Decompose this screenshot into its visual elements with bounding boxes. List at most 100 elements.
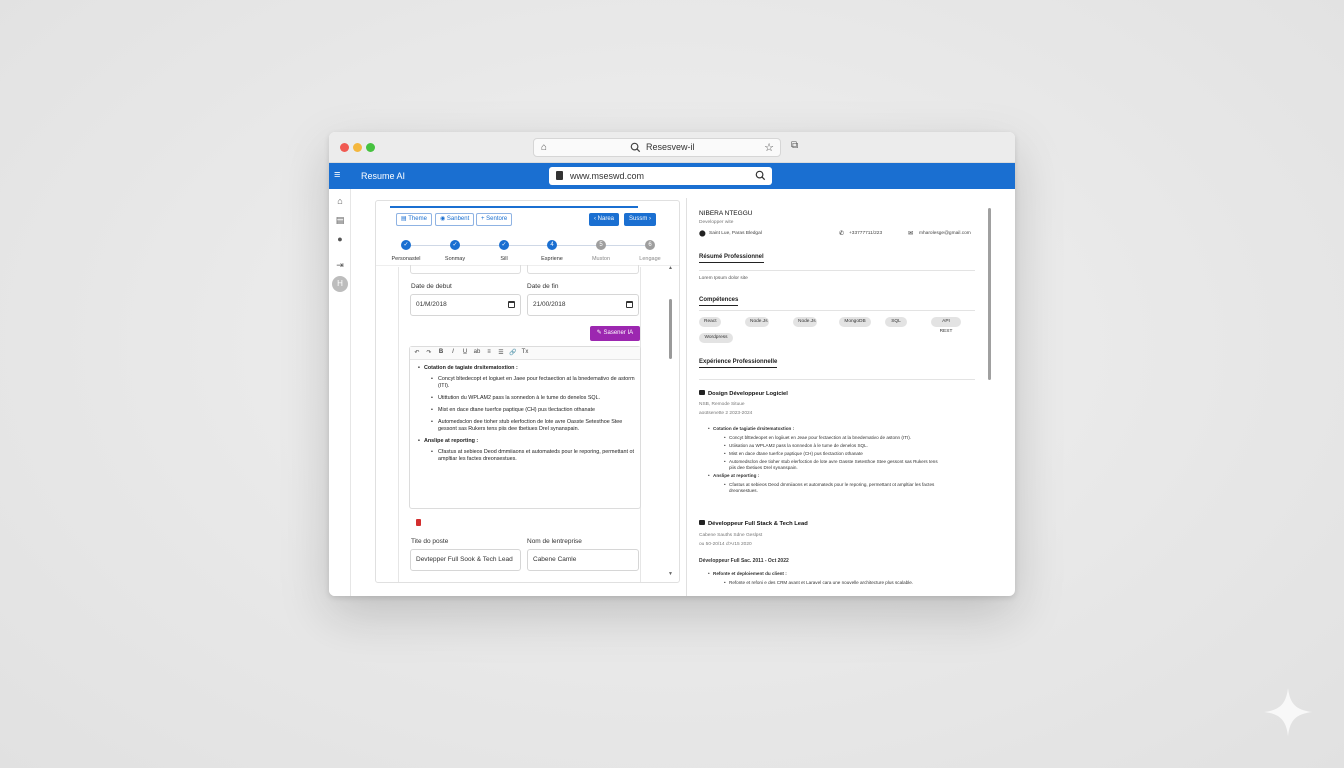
- form-border-left: [398, 267, 399, 582]
- job-dates: ou 50-20/14 d'Ar15 2020: [699, 542, 752, 547]
- browser-chrome: ⌂ Resesvew-il ☆ ⧉: [329, 132, 1015, 163]
- user-icon[interactable]: ●: [334, 234, 346, 244]
- magic-wand-icon: ✎: [596, 330, 602, 336]
- calendar-icon[interactable]: [508, 301, 515, 308]
- ai-suggest-label: Sasener IA: [603, 330, 634, 336]
- minimize-window-button[interactable]: [353, 143, 362, 152]
- scrollbar-thumb[interactable]: [988, 208, 991, 380]
- step-label[interactable]: Sill: [479, 256, 529, 262]
- left-rail: ⌂ ▤ ● ⇥ H: [329, 189, 351, 596]
- logout-icon[interactable]: ⇥: [334, 260, 346, 271]
- job-title-field[interactable]: Devtepper Full Sook & Tech Lead: [410, 549, 521, 571]
- sparkle-icon: [1264, 688, 1312, 736]
- list-item: Concyt bltedecopt et logiuet en Jaee pou…: [416, 376, 636, 390]
- search-icon: [630, 142, 641, 153]
- search-icon[interactable]: [755, 170, 766, 181]
- email-icon: ✉: [908, 231, 914, 237]
- list-item: Concyt blttedeopet en logiiuet en Jeae p…: [699, 435, 939, 441]
- date-end-field[interactable]: 21/00/2018: [527, 294, 639, 316]
- close-window-button[interactable]: [340, 143, 349, 152]
- date-end-label: Date de fin: [527, 283, 559, 290]
- step-label[interactable]: Muston: [576, 256, 626, 262]
- strikethrough-icon[interactable]: ab: [473, 349, 481, 355]
- app-bar: ≡ Resume AI www.mseswd.com: [329, 163, 1015, 189]
- briefcase-icon: [699, 520, 705, 525]
- preview-scrollbar[interactable]: [988, 202, 991, 592]
- hamburger-menu-icon[interactable]: ≡: [334, 170, 340, 181]
- job-title-label: Tite do poste: [411, 538, 449, 545]
- link-icon[interactable]: 🔗: [509, 349, 517, 356]
- list-heading: Cotation de tagiate drsitematoxtion :: [416, 365, 636, 372]
- theme-button[interactable]: ▤ Theme: [396, 213, 432, 226]
- add-section-button[interactable]: + Sentore: [476, 213, 513, 226]
- list-item: Mist en dace dtane tuerfce paptique (CH)…: [699, 451, 939, 457]
- redo-icon[interactable]: ↷: [425, 349, 433, 356]
- browser-window: ⌂ Resesvew-il ☆ ⧉ ≡ Resume AI www.mseswd…: [329, 132, 1015, 596]
- sanbent-button[interactable]: ◉ Sanbent: [435, 213, 475, 226]
- calendar-icon[interactable]: [626, 301, 633, 308]
- italic-icon[interactable]: I: [449, 349, 457, 355]
- step-label[interactable]: Lengage: [625, 256, 675, 262]
- job-description: Refonte et deploiement du client : Refon…: [699, 571, 939, 588]
- skill-chip: SQL: [885, 317, 907, 327]
- list-heading: Cotation de tagiatie drsitematoxtion :: [699, 426, 939, 432]
- bullet-list-icon[interactable]: ☰: [497, 349, 505, 356]
- skills-heading: Compétences: [699, 297, 739, 306]
- editor-accent-line: [390, 206, 638, 208]
- job-description: Cotation de tagiatie drsitematoxtion : C…: [699, 426, 939, 496]
- preview-location: Saint Lue, Paras Bledgal: [709, 231, 762, 236]
- document-icon[interactable]: ▤: [334, 215, 346, 226]
- list-heading: Anslipe at reporting :: [699, 473, 939, 479]
- ai-suggest-button[interactable]: ✎ Sasener IA: [590, 326, 640, 341]
- app-url-field[interactable]: www.mseswd.com: [549, 167, 772, 185]
- maximize-window-button[interactable]: [366, 143, 375, 152]
- step-label[interactable]: Personastel: [381, 256, 431, 262]
- browser-address-bar[interactable]: ⌂ Resesvew-il ☆: [533, 138, 781, 157]
- lock-icon: [556, 171, 563, 180]
- scroll-down-icon[interactable]: ▼: [668, 571, 673, 577]
- delete-icon[interactable]: [416, 519, 421, 526]
- bookmark-star-icon[interactable]: ☆: [764, 141, 774, 154]
- profile-heading: Résumé Professionnel: [699, 254, 764, 263]
- resume-preview-panel: NIBERA NTEGGU Developper wite ⬤ Saint Lu…: [686, 198, 994, 596]
- step-label[interactable]: Sonmay: [430, 256, 480, 262]
- home-icon[interactable]: ⌂: [334, 196, 346, 206]
- clear-format-icon[interactable]: Tx: [521, 349, 529, 355]
- scrollbar-thumb[interactable]: [669, 299, 672, 359]
- scroll-up-icon[interactable]: ▲: [668, 265, 673, 271]
- step-indicator[interactable]: ✓: [401, 240, 411, 250]
- job-title: Dosign Développeur Logiciel: [699, 390, 788, 397]
- step-label[interactable]: Espriene: [527, 256, 577, 262]
- editor-scrollbar[interactable]: ▲ ▼: [668, 265, 673, 581]
- date-end-value: 21/00/2018: [533, 301, 566, 308]
- home-icon[interactable]: ⌂: [541, 142, 547, 153]
- skill-chip: MongoDB: [839, 317, 871, 327]
- underline-icon[interactable]: U̲: [461, 349, 469, 355]
- list-item: Automedsclon dee tioher stub elerfoction…: [699, 459, 939, 471]
- list-item: Cfastus at sebieos Deod dmmiiaons et aut…: [416, 449, 636, 463]
- ordered-list-icon[interactable]: ≡: [485, 349, 493, 355]
- previous-button[interactable]: ‹ Narea: [589, 213, 620, 226]
- bold-icon[interactable]: B: [437, 349, 445, 355]
- date-start-field[interactable]: 01/M/2018: [410, 294, 521, 316]
- undo-icon[interactable]: ↶: [413, 349, 421, 356]
- phone-icon: ✆: [839, 231, 845, 237]
- extensions-icon[interactable]: ⧉: [791, 140, 798, 151]
- step-indicator[interactable]: ✓: [499, 240, 509, 250]
- company-value: Cabene Camle: [533, 556, 577, 563]
- list-item: Utiisation au WPLAM2 pass la sonnedon à …: [699, 443, 939, 449]
- skill-chip: API REST: [931, 317, 961, 334]
- step-indicator[interactable]: 4: [547, 240, 557, 250]
- date-start-label: Date de debut: [411, 283, 452, 290]
- description-editor[interactable]: ↶ ↷ B I U̲ ab ≡ ☰ 🔗 Tx Cotation de tagia…: [409, 346, 641, 509]
- next-button[interactable]: Sussm ›: [624, 213, 657, 226]
- company-field[interactable]: Cabene Camle: [527, 549, 639, 571]
- avatar[interactable]: H: [332, 276, 348, 292]
- divider: [699, 379, 975, 380]
- app-brand: Resume AI: [361, 171, 406, 181]
- step-indicator[interactable]: 6: [645, 240, 655, 250]
- experience-heading: Expérience Professionnelle: [699, 359, 778, 368]
- step-indicator[interactable]: ✓: [450, 240, 460, 250]
- list-item: Mist en dace dtane tuerfce paptique (CH)…: [416, 407, 636, 414]
- step-indicator[interactable]: 5: [596, 240, 606, 250]
